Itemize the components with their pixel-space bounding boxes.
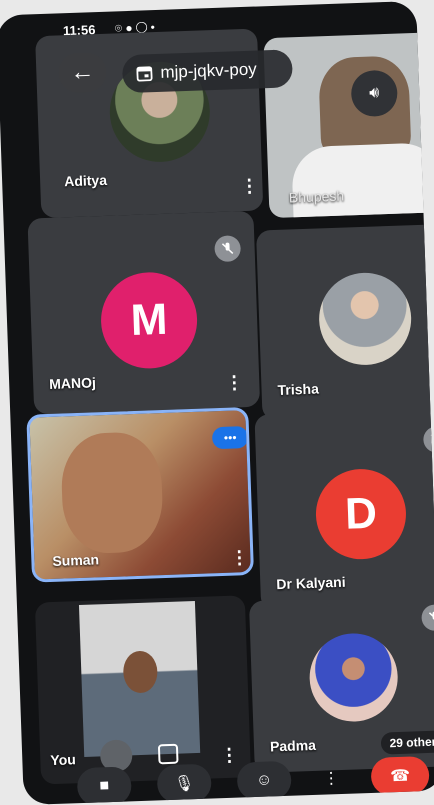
speaking-indicator-icon: ••• [211,426,249,450]
participant-video [60,431,165,555]
participant-name: MANOj [48,374,97,392]
more-vert-icon[interactable]: ⋮ [240,176,259,197]
phone-hangup-icon: ☎ [389,767,411,786]
participant-tile-suman[interactable]: ••• Suman ⋮ [26,407,255,583]
participant-photo [317,271,413,367]
more-vert-icon[interactable]: ⋮ [225,372,244,393]
end-call-button[interactable]: ☎ [370,755,430,796]
participant-tile-padma[interactable]: Padma 29 others [248,593,434,774]
participant-name: Aditya [63,171,108,190]
participant-tile-manoj[interactable]: M MANOj ⋮ [27,210,261,415]
video-camera-icon: ■ [99,777,110,795]
mic-button[interactable]: 🎙︎ [156,763,212,804]
participant-name: Trisha [277,380,320,398]
participant-name: Padma [269,736,317,755]
participant-avatar: D [314,467,408,561]
camera-button[interactable]: ■ [76,766,132,805]
microphone-icon: 🎙︎ [173,775,195,793]
more-vert-icon[interactable]: ⋮ [430,571,434,592]
back-button[interactable]: ← [57,51,108,94]
participant-photo [308,631,400,724]
participant-avatar: M [99,270,199,371]
participant-name: Bhupesh [288,187,345,206]
meeting-info-button[interactable]: mjp-jqkv-poy [121,49,294,94]
more-button[interactable]: ⋮ [317,759,346,798]
phone-screen: 11:56 ⌾ ● ◯ • Aditya ⋮ Bhupesh M MANOj ⋮ [0,0,434,805]
more-vert-icon: ⋮ [322,770,340,788]
participant-tile-dr-kalyani[interactable]: D Dr Kalyani ⋮ [254,407,434,611]
mic-off-icon [422,426,434,453]
reactions-button[interactable]: ☺ [236,760,292,801]
mic-off-icon [214,235,242,263]
participant-name: Suman [52,551,100,569]
meeting-code: mjp-jqkv-poy [160,59,258,82]
participant-tile-trisha[interactable]: Trisha ⋮ [256,223,434,421]
volume-icon: 🔊︎ [368,84,380,102]
arrow-left-icon: ← [69,58,95,87]
mic-off-icon [421,604,434,632]
emoji-icon: ☺ [255,771,273,789]
participant-name: Dr Kalyani [276,573,346,593]
calendar-icon [136,66,153,82]
more-vert-icon[interactable]: ⋮ [230,547,249,568]
